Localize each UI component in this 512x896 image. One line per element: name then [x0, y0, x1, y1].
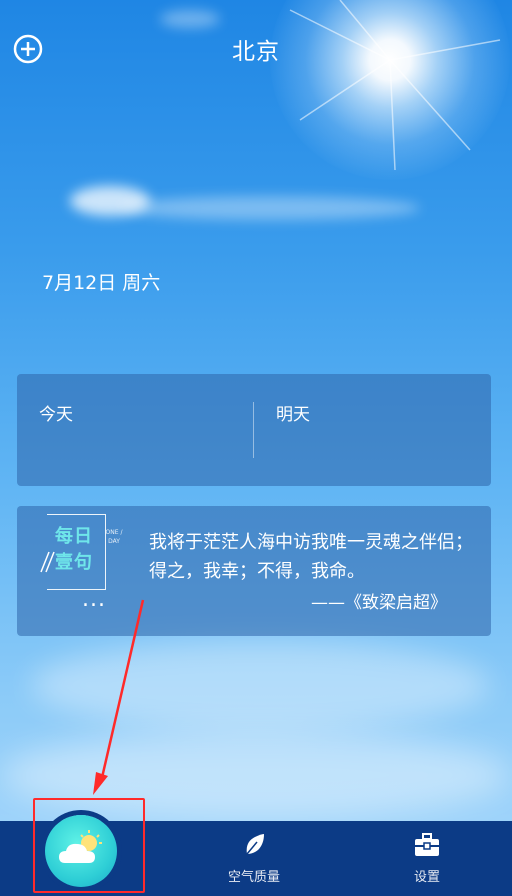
nav-air-quality[interactable]: 空气质量 — [204, 832, 304, 885]
nav-settings-label: 设置 — [413, 870, 440, 885]
leaf-icon — [246, 834, 264, 855]
cloud — [120, 196, 420, 220]
cloud — [160, 10, 220, 28]
daily-quote-card[interactable]: 每日 壹句 ONE / DAY ... 我将于茫茫人海中访我唯一灵魂之伴侣；得之… — [17, 506, 491, 636]
quote-text: 我将于茫茫人海中访我唯一灵魂之伴侣；得之，我幸；不得，我命。 — [149, 532, 473, 582]
cloud — [30, 640, 490, 730]
slash-decoration-icon — [40, 551, 55, 573]
nav-air-quality-label: 空气质量 — [227, 870, 280, 885]
city-title[interactable]: 北京 — [0, 32, 512, 66]
more-button[interactable]: ... — [82, 589, 106, 611]
toolbox-icon — [415, 833, 439, 856]
quote-source: ——《致梁启超》 — [311, 593, 447, 613]
badge-line1: 每日 — [55, 526, 93, 547]
badge-line2: 壹句 — [55, 552, 93, 573]
badge-subtitle: ONE / DAY — [105, 529, 123, 545]
forecast-card[interactable]: 今天 明天 — [17, 374, 491, 486]
annotation-highlight-box — [33, 798, 145, 893]
nav-settings[interactable]: 设置 — [377, 832, 477, 885]
date-label: 7月12日 周六 — [42, 272, 161, 294]
forecast-today-label: 今天 — [39, 405, 73, 425]
daily-quote-badge: 每日 壹句 ONE / DAY — [40, 514, 122, 590]
forecast-divider — [253, 402, 254, 458]
forecast-tomorrow-label: 明天 — [276, 405, 310, 425]
